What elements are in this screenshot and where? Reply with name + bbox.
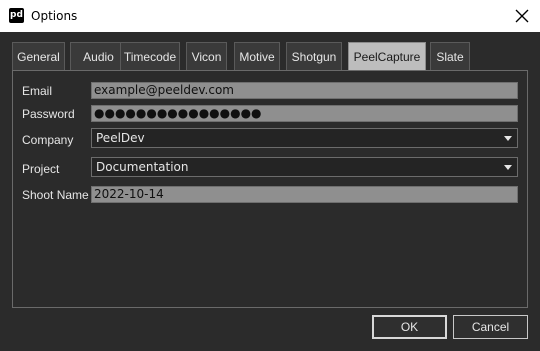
project-select-value: Documentation bbox=[96, 160, 189, 174]
close-button[interactable] bbox=[510, 4, 534, 28]
cancel-button[interactable]: Cancel bbox=[453, 315, 528, 339]
project-select[interactable]: Documentation bbox=[91, 157, 518, 177]
tab-timecode[interactable]: Timecode bbox=[120, 42, 180, 70]
close-icon bbox=[515, 9, 529, 23]
tab-general[interactable]: General bbox=[12, 42, 65, 70]
company-select[interactable]: PeelDev bbox=[91, 128, 518, 148]
project-label: Project bbox=[22, 162, 60, 176]
window-title: Options bbox=[31, 9, 78, 23]
password-label: Password bbox=[22, 107, 75, 121]
password-field[interactable]: ●●●●●●●●●●●●●●●● bbox=[91, 105, 518, 122]
shoot-name-field[interactable]: 2022-10-14 bbox=[91, 186, 518, 203]
tab-vicon[interactable]: Vicon bbox=[186, 42, 227, 70]
tab-peelcapture[interactable]: PeelCapture bbox=[348, 42, 426, 70]
tab-shotgun[interactable]: Shotgun bbox=[286, 42, 342, 70]
company-select-value: PeelDev bbox=[96, 131, 145, 145]
email-field[interactable]: example@peeldev.com bbox=[91, 82, 518, 99]
tab-motive[interactable]: Motive bbox=[234, 42, 280, 70]
company-label: Company bbox=[22, 133, 74, 147]
tab-slate[interactable]: Slate bbox=[430, 42, 470, 70]
title-bar: pd Options bbox=[0, 0, 540, 32]
chevron-down-icon bbox=[504, 136, 512, 141]
shoot-name-label: Shoot Name bbox=[22, 188, 89, 202]
tab-audio[interactable]: Audio bbox=[70, 42, 127, 70]
app-logo-icon: pd bbox=[9, 8, 24, 23]
email-label: Email bbox=[22, 84, 53, 98]
chevron-down-icon bbox=[504, 165, 512, 170]
ok-button[interactable]: OK bbox=[372, 315, 447, 339]
